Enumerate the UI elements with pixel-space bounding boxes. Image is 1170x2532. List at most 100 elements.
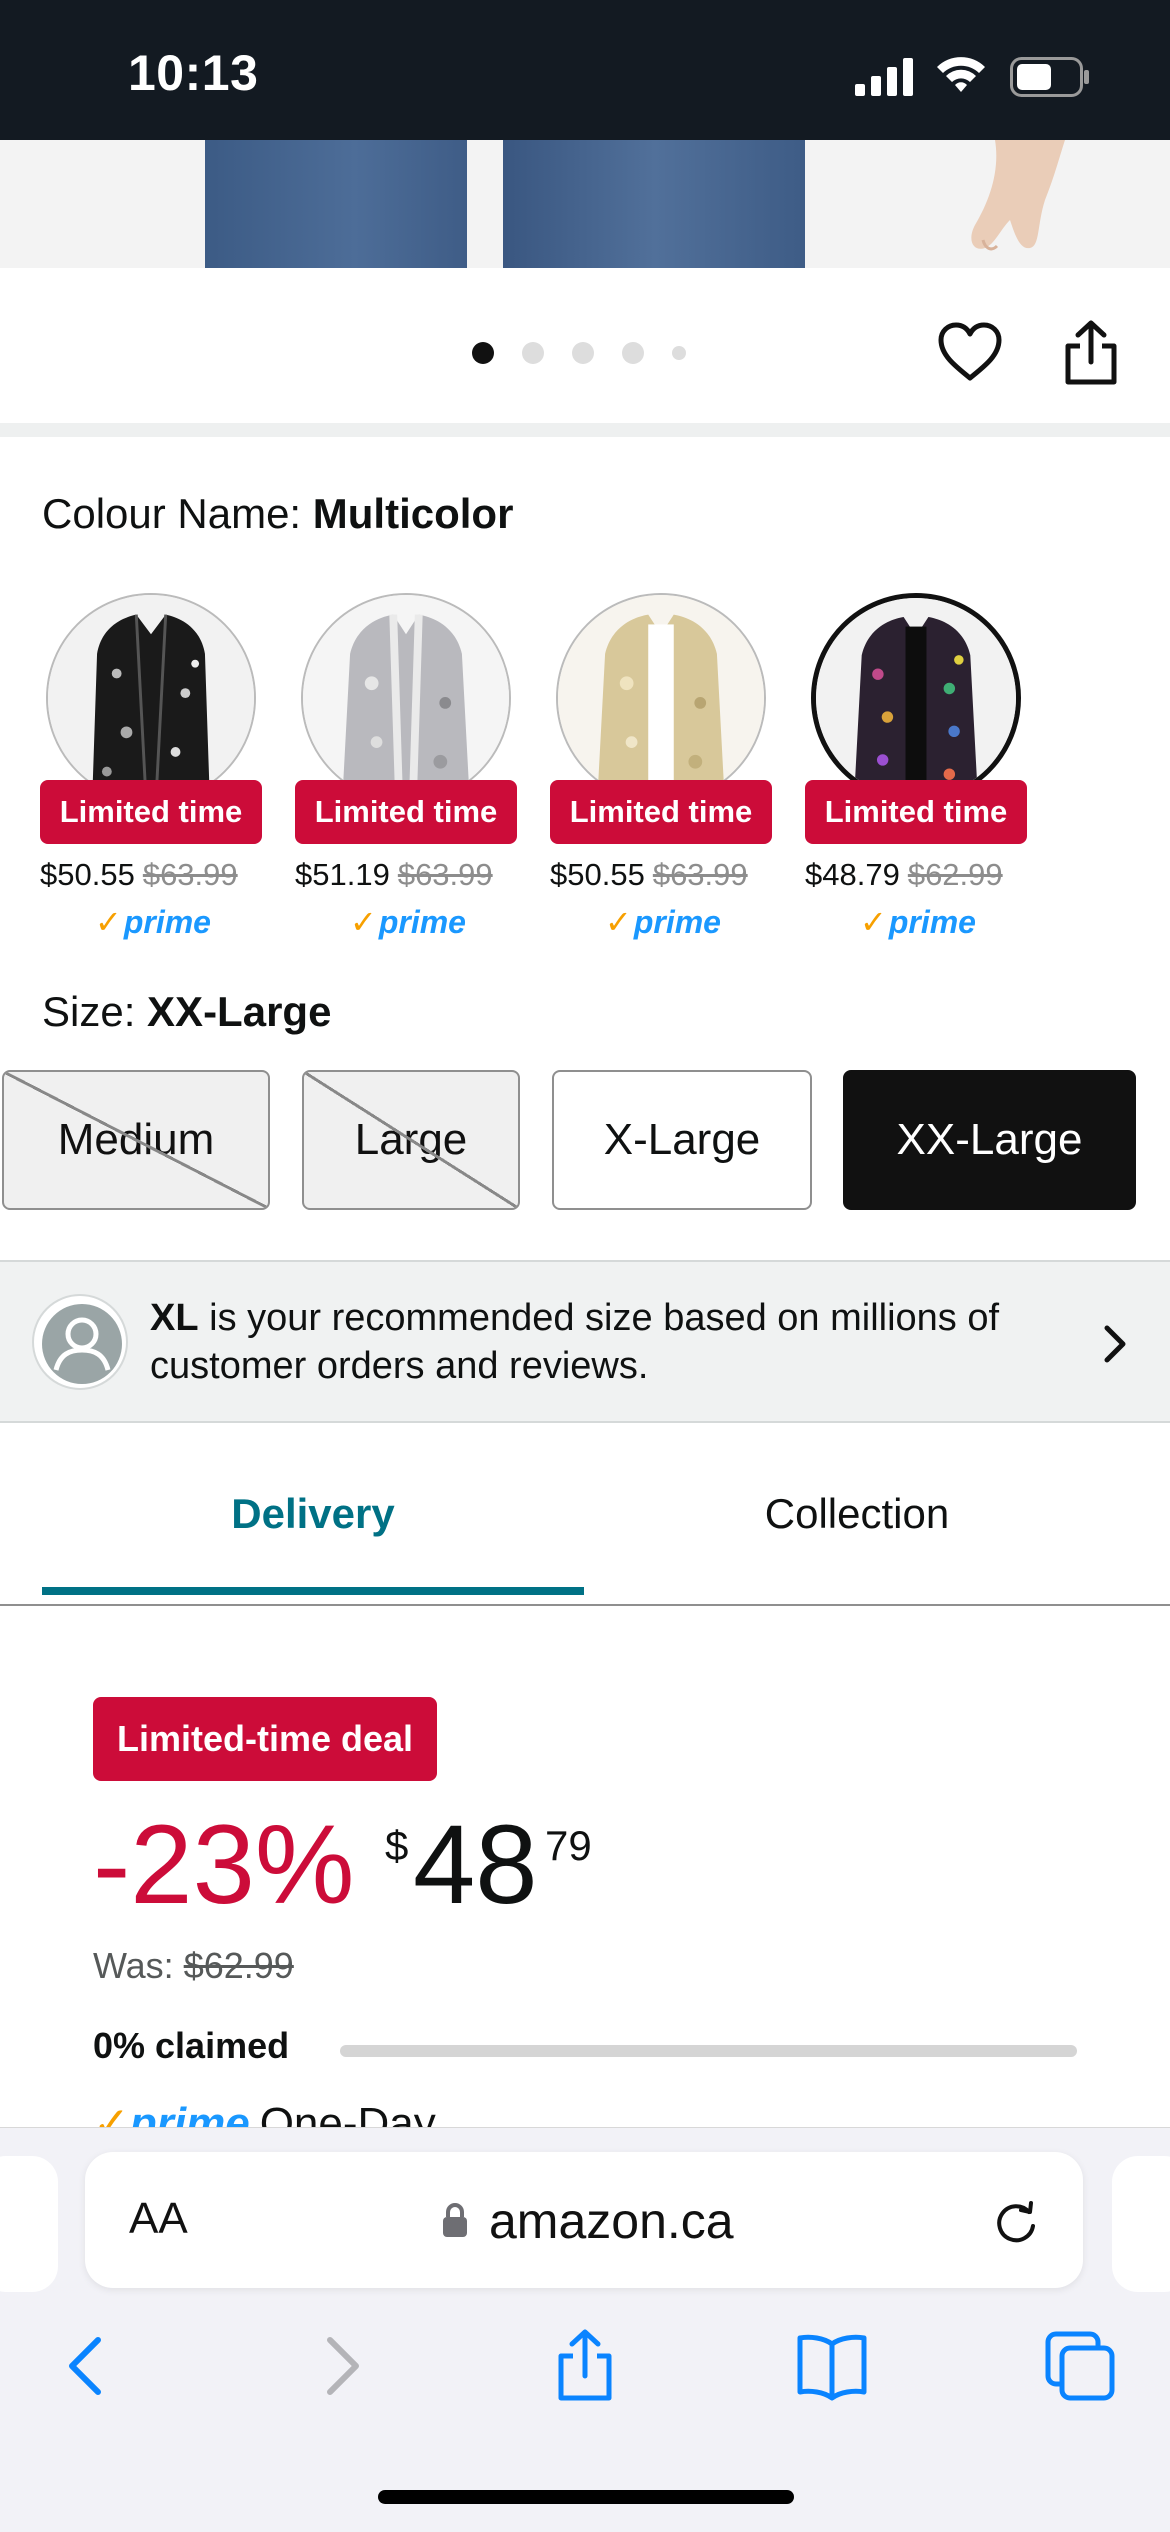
recommended-size: XL	[150, 1297, 199, 1339]
swatch-image	[301, 593, 511, 803]
limited-time-badge: Limited time	[805, 780, 1027, 844]
size-option-medium[interactable]: Medium	[2, 1070, 270, 1210]
prime-badge: ✓prime	[350, 903, 466, 941]
was-price-line: Was: $62.99	[93, 1945, 294, 1987]
size-option-label: X-Large	[603, 1115, 761, 1164]
swatch-price: $51.19 $63.99	[295, 857, 555, 893]
prime-check-icon: ✓	[605, 904, 632, 940]
size-label: Size: XX-Large	[42, 988, 331, 1036]
multicolor-jacket-image	[816, 598, 1016, 798]
hand-image-part	[971, 140, 1065, 251]
prime-label: prime	[123, 904, 211, 940]
swatch-price-was: $62.99	[907, 857, 1003, 892]
colour-label: Colour Name: Multicolor	[42, 490, 513, 538]
carousel-dots	[472, 342, 686, 364]
url-domain: amazon.ca	[489, 2193, 734, 2249]
user-avatar-icon	[42, 1304, 122, 1384]
status-bar: 10:13	[0, 0, 1170, 140]
colour-swatch-silver[interactable]: Limited time $51.19 $63.99 ✓prime	[295, 593, 517, 940]
swatch-price-was: $63.99	[142, 857, 238, 892]
prime-label: prime	[633, 904, 721, 940]
carousel-dot[interactable]	[572, 342, 594, 364]
recommendation-text: XL is your recommended size based on mil…	[150, 1294, 1050, 1390]
limited-time-badge: Limited time	[550, 780, 772, 844]
swatch-price-was: $63.99	[397, 857, 493, 892]
battery-icon	[1010, 57, 1089, 97]
carousel-controls	[0, 268, 1170, 423]
text-size-button[interactable]: AA	[129, 2194, 188, 2244]
cellular-signal-icon	[855, 58, 913, 96]
was-price: $62.99	[183, 1945, 294, 1986]
share-sheet-icon[interactable]	[545, 2326, 625, 2406]
colour-swatch-multicolor[interactable]: Limited time $48.79 $62.99 ✓prime	[805, 593, 1027, 940]
product-image[interactable]	[0, 140, 1170, 268]
swatch-image	[556, 593, 766, 803]
discount-percent: -23%	[93, 1802, 355, 1927]
size-option-x-large[interactable]: X-Large	[552, 1070, 812, 1210]
colour-label-text: Colour Name:	[42, 490, 302, 537]
prime-badge: ✓prime	[605, 903, 721, 941]
colour-swatch-black[interactable]: Limited time $50.55 $63.99 ✓prime	[40, 593, 262, 940]
swatch-image-selected	[811, 593, 1021, 803]
prime-check-icon: ✓	[350, 904, 377, 940]
tabs-icon[interactable]	[1040, 2326, 1120, 2406]
status-time: 10:13	[128, 45, 259, 101]
swatch-price: $50.55 $63.99	[40, 857, 300, 893]
swatch-price-current: $48.79	[805, 857, 900, 892]
wifi-icon	[937, 57, 985, 92]
size-recommendation-banner[interactable]: XL is your recommended size based on mil…	[0, 1260, 1170, 1423]
price-currency: $	[385, 1822, 409, 1869]
prime-check-icon: ✓	[95, 904, 122, 940]
avatar	[32, 1294, 128, 1390]
prime-check-icon: ✓	[860, 904, 887, 940]
swatch-price-was: $63.99	[652, 857, 748, 892]
limited-time-badge: Limited time	[40, 780, 262, 844]
address-bar[interactable]: AA amazon.ca	[85, 2152, 1083, 2288]
was-label: Was:	[93, 1945, 174, 1986]
prime-badge: ✓prime	[860, 903, 976, 941]
colour-selected-value: Multicolor	[312, 490, 514, 537]
size-option-label: Large	[354, 1115, 468, 1164]
heart-icon[interactable]	[935, 318, 1005, 388]
tabs-divider	[0, 1604, 1170, 1606]
colour-swatch-gold[interactable]: Limited time $50.55 $63.99 ✓prime	[550, 593, 772, 940]
size-option-xx-large[interactable]: XX-Large	[843, 1070, 1136, 1210]
chevron-right-icon	[1104, 1325, 1126, 1363]
carousel-dot[interactable]	[472, 342, 494, 364]
fulfillment-tabs: Delivery Collection	[0, 1423, 1170, 1607]
previous-tab-card[interactable]	[0, 2156, 58, 2292]
prime-label: prime	[378, 904, 466, 940]
size-selected-value: XX-Large	[147, 988, 332, 1035]
price-fraction: 79	[545, 1822, 592, 1869]
forward-icon[interactable]	[300, 2326, 380, 2406]
gold-jacket-image	[558, 595, 764, 801]
carousel-dot[interactable]	[522, 342, 544, 364]
text-size-label: AA	[129, 2194, 188, 2243]
size-label-text: Size:	[42, 988, 136, 1035]
recommendation-message: is your recommended size based on millio…	[150, 1297, 1000, 1387]
size-option-label: Medium	[57, 1115, 215, 1164]
browser-toolbar: AA amazon.ca	[0, 2127, 1170, 2532]
carousel-dot[interactable]	[622, 342, 644, 364]
silver-jacket-image	[303, 595, 509, 801]
prime-badge: ✓prime	[95, 903, 211, 941]
next-tab-card[interactable]	[1112, 2156, 1170, 2292]
size-option-label: XX-Large	[896, 1115, 1083, 1164]
swatch-price-current: $51.19	[295, 857, 390, 892]
limited-time-badge: Limited time	[295, 780, 517, 844]
carousel-dot[interactable]	[672, 346, 686, 360]
size-option-large[interactable]: Large	[302, 1070, 520, 1210]
back-icon[interactable]	[48, 2326, 128, 2406]
claimed-text: 0% claimed	[93, 2025, 290, 2066]
reload-icon[interactable]	[991, 2196, 1041, 2246]
claimed-progress-bar	[340, 2045, 1077, 2057]
bookmarks-icon[interactable]	[792, 2326, 872, 2406]
tab-collection[interactable]: Collection	[586, 1423, 1128, 1605]
home-indicator	[378, 2490, 794, 2504]
share-icon[interactable]	[1060, 318, 1122, 388]
swatch-price-current: $50.55	[40, 857, 135, 892]
tab-delivery[interactable]: Delivery	[42, 1423, 584, 1605]
active-tab-indicator	[42, 1587, 584, 1595]
price-whole: 48	[413, 1802, 538, 1927]
swatch-price-current: $50.55	[550, 857, 645, 892]
